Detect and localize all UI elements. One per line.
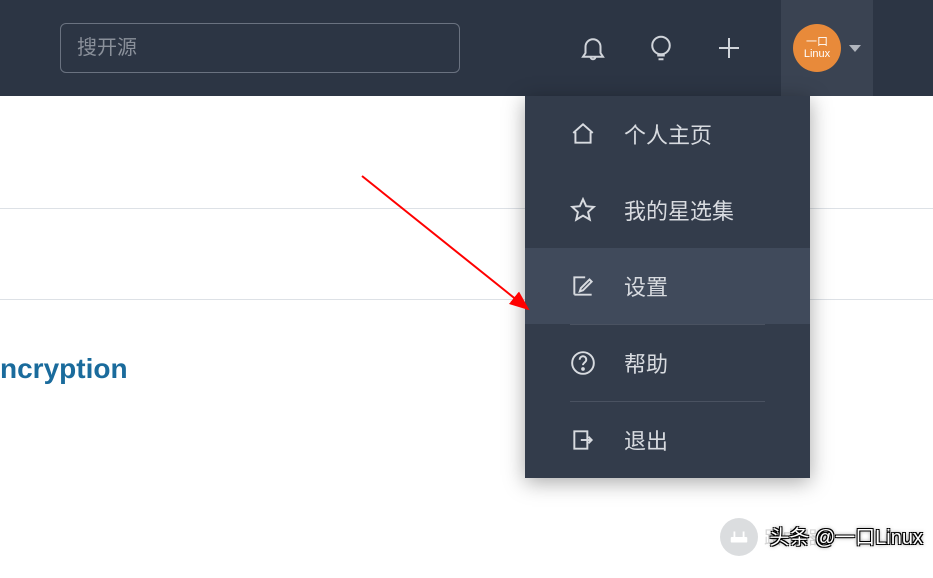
menu-item-settings[interactable]: 设置 (525, 248, 810, 324)
annotation-arrow (360, 174, 540, 319)
watermark-attribution: 头条 @一口Linux (769, 521, 923, 550)
menu-item-profile[interactable]: 个人主页 (525, 96, 810, 172)
chevron-down-icon (849, 45, 861, 52)
help-icon (570, 350, 596, 376)
router-icon (720, 518, 758, 556)
avatar-text-2: Linux (804, 48, 830, 60)
menu-item-label: 退出 (624, 424, 668, 456)
bell-icon[interactable] (577, 32, 609, 64)
edit-icon (570, 273, 596, 299)
star-icon (570, 197, 596, 223)
page-content: ncryption 个人主页 我的星选集 (0, 96, 933, 578)
plus-icon[interactable] (713, 32, 745, 64)
encryption-link[interactable]: ncryption (0, 353, 128, 385)
avatar: 一口 Linux (793, 24, 841, 72)
user-menu-trigger[interactable]: 一口 Linux (781, 0, 873, 96)
user-dropdown-menu: 个人主页 我的星选集 设置 (525, 96, 810, 478)
search-input[interactable] (60, 23, 460, 73)
menu-item-logout[interactable]: 退出 (525, 402, 810, 478)
top-navigation-bar: 一口 Linux (0, 0, 933, 96)
topbar-actions: 一口 Linux (577, 0, 873, 96)
menu-item-label: 设置 (624, 270, 668, 302)
avatar-text-1: 一口 (806, 36, 828, 48)
logout-icon (570, 427, 596, 453)
home-icon (570, 121, 596, 147)
menu-item-label: 我的星选集 (624, 194, 734, 226)
lightbulb-icon[interactable] (645, 32, 677, 64)
menu-item-help[interactable]: 帮助 (525, 325, 810, 401)
menu-item-stars[interactable]: 我的星选集 (525, 172, 810, 248)
menu-item-label: 个人主页 (624, 118, 712, 150)
menu-item-label: 帮助 (624, 347, 668, 379)
